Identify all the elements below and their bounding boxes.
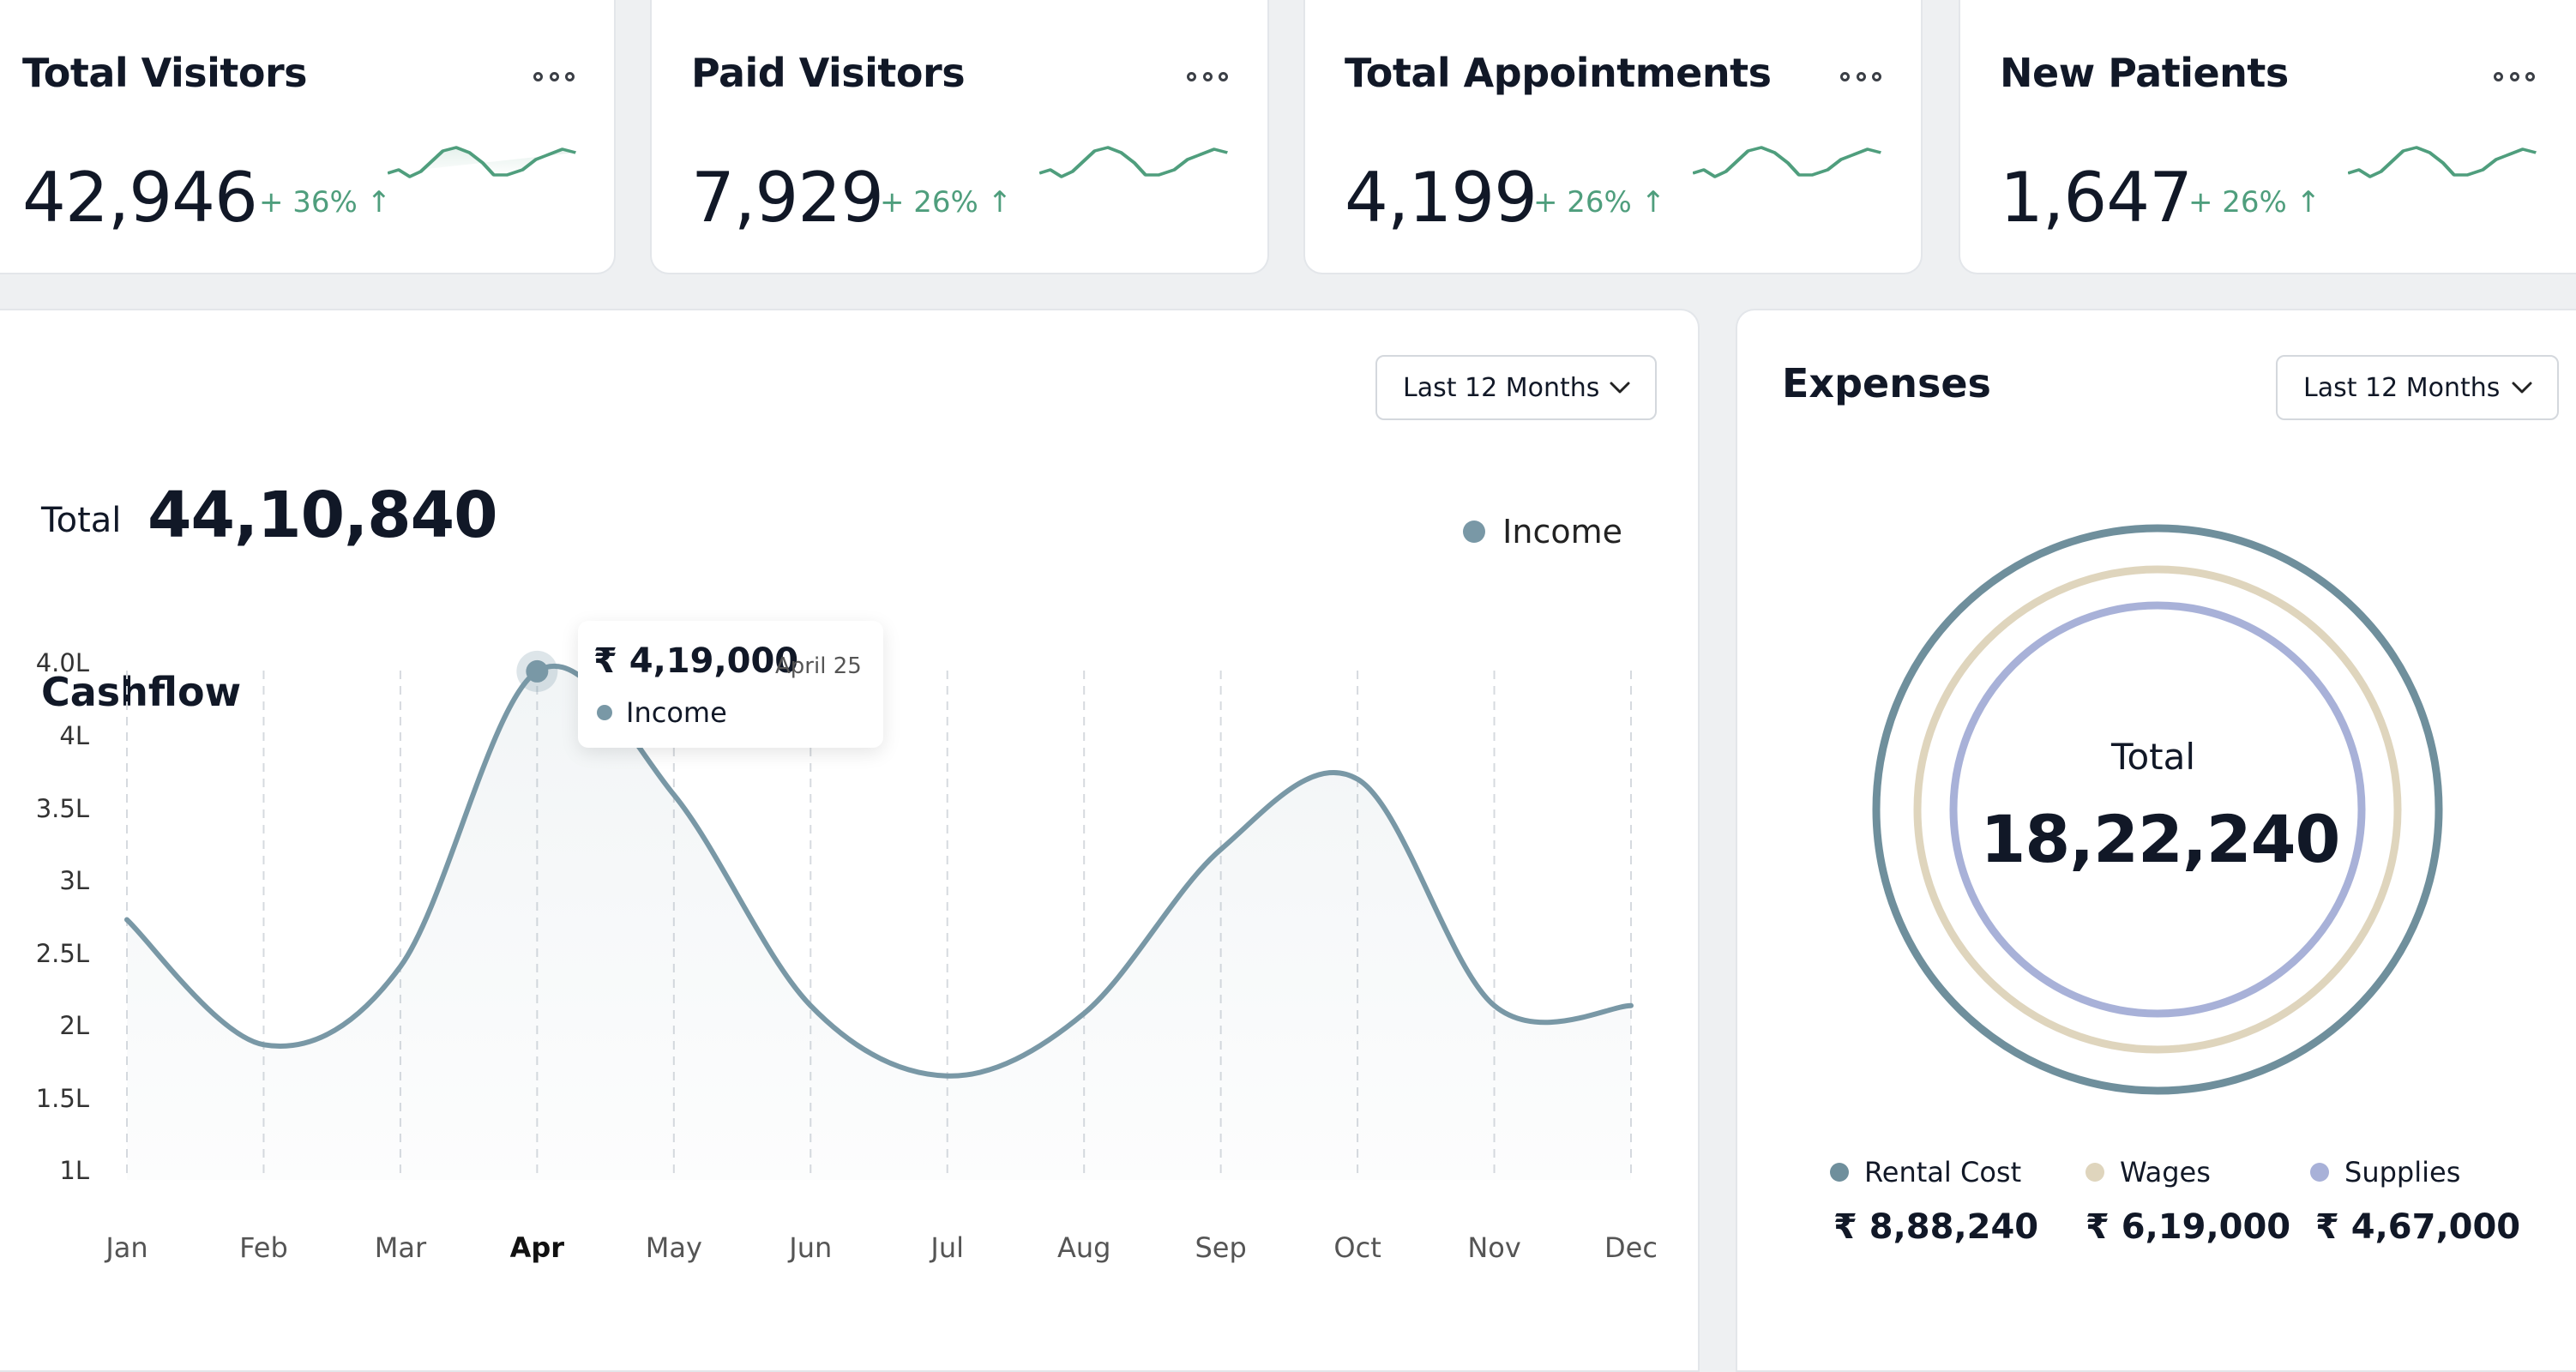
tooltip-date: April 25 [775, 653, 862, 679]
x-tick-label: Oct [1333, 1231, 1381, 1264]
legend-item-rental-cost: Rental Cost [1830, 1156, 2021, 1188]
more-options-icon[interactable] [2494, 70, 2535, 82]
tooltip-dot [597, 705, 612, 720]
expenses-range-dropdown[interactable]: Last 12 Months [2276, 355, 2559, 420]
x-tick-label: Dec [1604, 1231, 1658, 1264]
more-options-icon[interactable] [1840, 70, 1881, 82]
x-tick-label: Sep [1195, 1231, 1246, 1264]
y-tick-label: 2.5L [36, 939, 89, 968]
y-tick-label: 3.5L [36, 794, 89, 823]
x-tick-label: Mar [375, 1231, 427, 1264]
data-point[interactable] [526, 659, 549, 683]
expenses-title: Expenses [1782, 360, 1991, 406]
y-tick-label: 4.0L [36, 648, 89, 677]
tooltip-series: Income [597, 696, 727, 729]
sparkline [1693, 146, 1881, 178]
y-tick-label: 1L [59, 1156, 89, 1185]
legend-item-wages: Wages [2085, 1156, 2211, 1188]
x-tick-label: Jan [104, 1231, 147, 1264]
y-tick-label: 4L [59, 721, 89, 750]
expenses-total-label: Total [2110, 736, 2196, 778]
x-tick-label: Jun [787, 1231, 832, 1264]
tooltip-value: ₹ 4,19,000 [593, 641, 799, 681]
legend-item-supplies: Supplies [2310, 1156, 2460, 1188]
expense-value-rental-cost: ₹ 8,88,240 [1833, 1207, 2039, 1247]
arrow-up-icon: ↑ [2296, 185, 2321, 220]
chart-tooltip: ₹ 4,19,000 April 25 Income [578, 621, 883, 748]
stat-change: + 26% ↑ [2188, 185, 2321, 220]
expense-value-supplies: ₹ 4,67,000 [2315, 1207, 2521, 1247]
legend-dot [2310, 1163, 2329, 1182]
expense-value-wages: ₹ 6,19,000 [2085, 1207, 2291, 1247]
tooltip-series-label: Income [626, 696, 727, 729]
stat-value: 1,647 [2000, 158, 2193, 238]
legend-label: Wages [2120, 1156, 2211, 1188]
dropdown-label: Last 12 Months [2303, 372, 2501, 403]
stat-card-new-patients: New Patients 1,647 + 26% ↑ [1959, 0, 2576, 274]
legend-dot [2085, 1163, 2104, 1182]
legend-label: Supplies [2344, 1156, 2461, 1188]
y-tick-label: 3L [59, 866, 89, 895]
expenses-total-value: 18,22,240 [1980, 801, 2341, 877]
sparkline [2348, 146, 2537, 178]
stat-title: New Patients [2000, 50, 2289, 96]
legend-label: Rental Cost [1864, 1156, 2022, 1188]
legend-dot [1830, 1163, 1849, 1182]
x-tick-label: Nov [1467, 1231, 1520, 1264]
y-tick-label: 1.5L [36, 1084, 89, 1113]
chevron-down-icon [2512, 382, 2532, 394]
x-tick-label: Apr [510, 1231, 565, 1264]
y-tick-label: 2L [59, 1011, 89, 1040]
x-tick-label: Feb [239, 1231, 288, 1264]
x-tick-label: Jul [929, 1231, 964, 1264]
x-tick-label: Aug [1057, 1231, 1110, 1264]
x-tick-label: May [646, 1231, 702, 1264]
expenses-card: Expenses Last 12 Months Total 18,22,240 … [1736, 309, 2576, 1372]
